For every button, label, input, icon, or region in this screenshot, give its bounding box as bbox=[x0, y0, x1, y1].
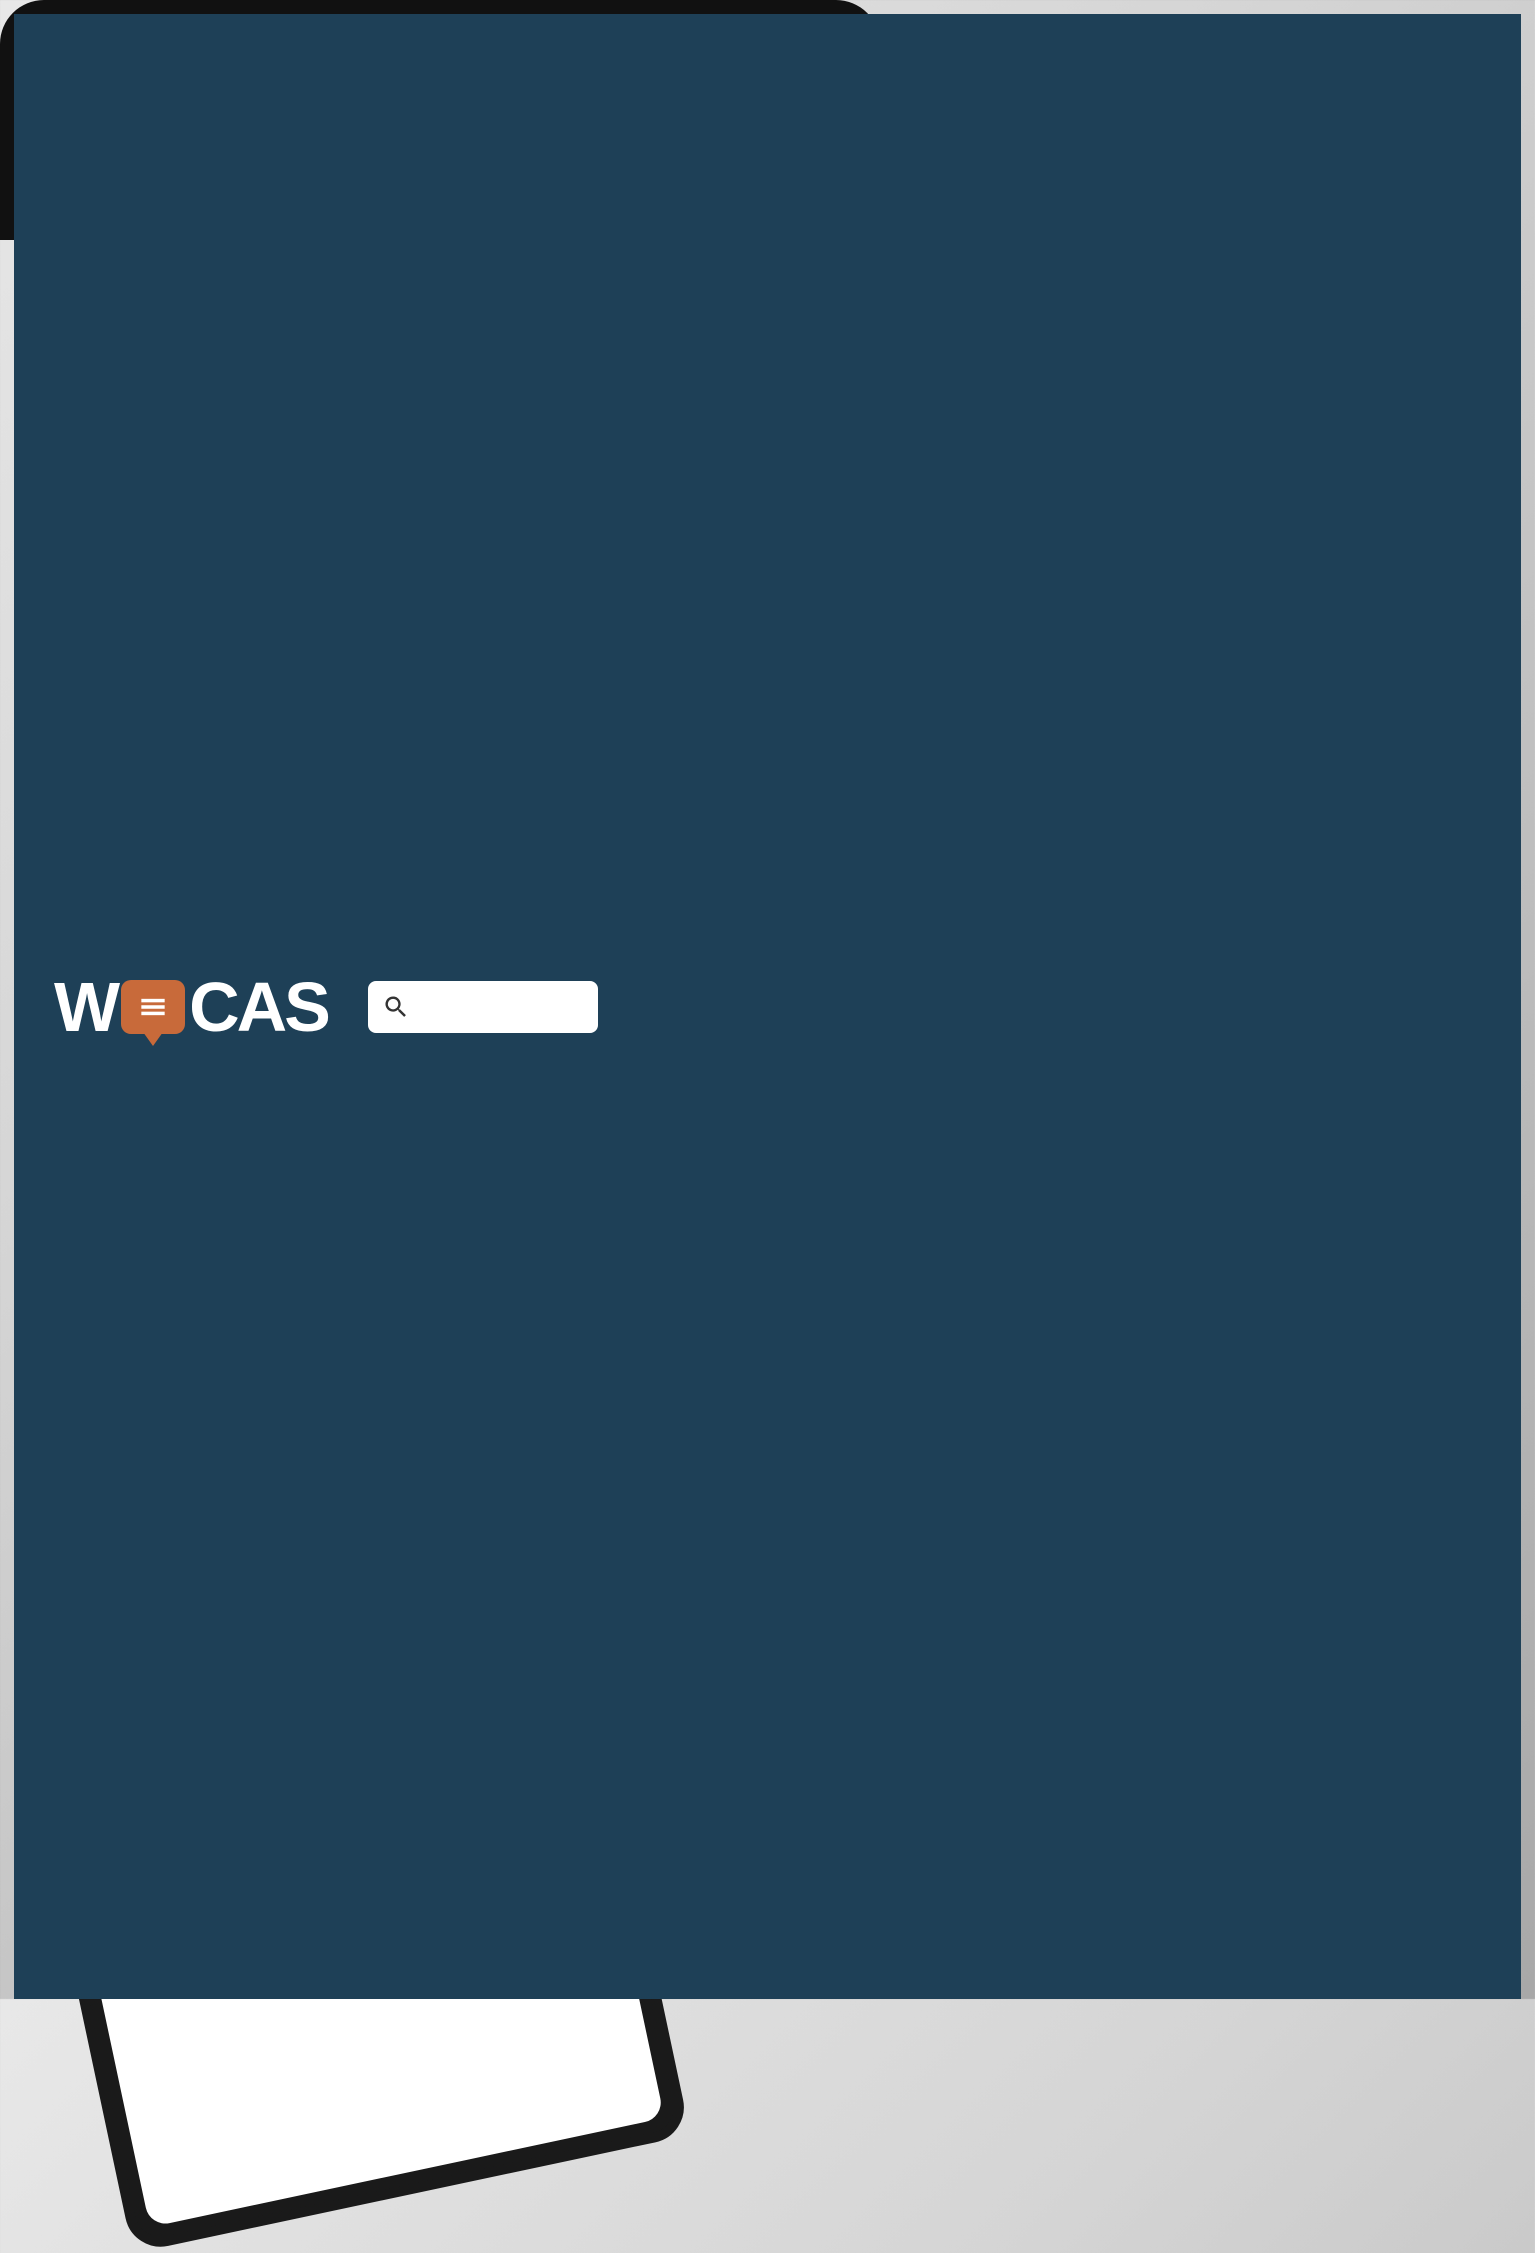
laptop-mockup: W CAS bbox=[0, 0, 880, 240]
